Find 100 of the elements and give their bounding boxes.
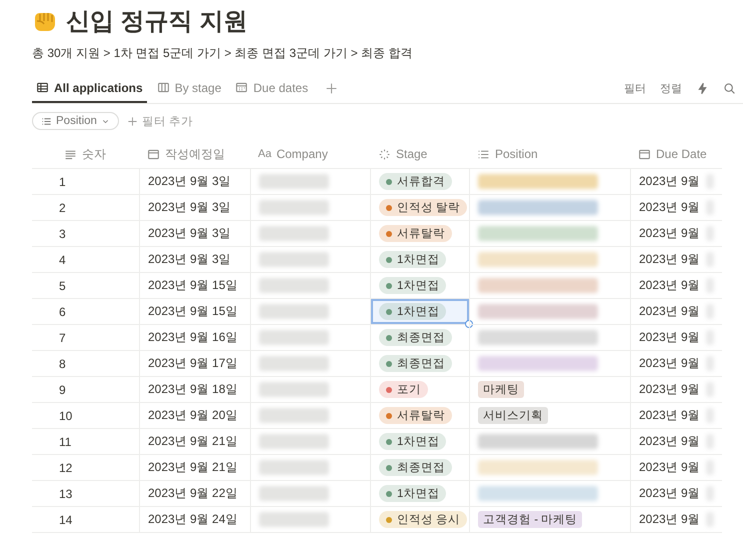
blurred-company	[259, 382, 329, 397]
calendar-icon	[147, 148, 160, 160]
list-icon	[41, 116, 52, 126]
table-cell: 2023년 9월 3일	[139, 247, 250, 273]
table-cell: 11	[32, 429, 139, 455]
due-date-text: 2023년 9월	[639, 199, 700, 216]
stage-tag: 최종면접	[379, 355, 452, 372]
table-cell: 2023년 9월 22일	[139, 481, 250, 507]
table-cell: 2023년 9월 15일	[139, 273, 250, 299]
due-date-text: 2023년 9월	[639, 225, 700, 242]
calendar-icon	[638, 148, 651, 160]
page-description: 총 30개 지원 > 1차 면접 5군데 가기 > 최종 면접 3군데 가기 > 최종 합격	[32, 45, 414, 62]
blurred-company	[259, 434, 329, 449]
position-tag: 마케팅	[478, 381, 524, 398]
table-cell: 2	[32, 195, 139, 221]
column-header[interactable]: 숫자	[32, 140, 139, 169]
add-filter-button[interactable]: 필터 추가	[126, 114, 194, 128]
due-date-text: 2023년 9월	[639, 433, 700, 450]
stage-tag: 1차면접	[379, 485, 446, 502]
table-cell: 2023년 9월 16일	[139, 325, 250, 351]
stage-tag: 1차면접	[379, 251, 446, 268]
blurred-company	[259, 486, 329, 501]
stage-tag: 최종면접	[379, 459, 452, 476]
stage-tag: 서류탈락	[379, 225, 452, 242]
table-icon	[36, 81, 49, 94]
blurred-company	[259, 460, 329, 475]
page-title: 신입 정규직 지원	[66, 7, 248, 37]
aa-icon: Aa	[258, 148, 272, 160]
blurred-company	[259, 408, 329, 423]
blurred-company	[259, 330, 329, 345]
lightning-icon	[696, 82, 709, 95]
blurred-company	[259, 278, 329, 293]
view-tab[interactable]: All applications	[32, 74, 147, 103]
plus-icon	[325, 82, 338, 95]
table-cell: 2023년 9월 21일	[139, 429, 250, 455]
due-date-text: 2023년 9월	[639, 303, 700, 320]
due-date-text: 2023년 9월	[639, 329, 700, 346]
filter-button[interactable]: 필터	[617, 74, 653, 103]
due-date-text: 2023년 9월	[639, 511, 700, 528]
stage-tag: 포기	[379, 381, 428, 398]
due-date-text: 2023년 9월	[639, 173, 700, 190]
stage-tag: 1차면접	[379, 303, 446, 320]
spinner-icon	[378, 148, 391, 160]
due-date-text: 2023년 9월	[639, 355, 700, 372]
table-cell: 4	[32, 247, 139, 273]
table-cell: 10	[32, 403, 139, 429]
calendar-icon	[235, 81, 248, 94]
table-cell: 12	[32, 455, 139, 481]
plus-icon	[126, 116, 138, 126]
table-cell: 2023년 9월 18일	[139, 377, 250, 403]
view-tab[interactable]: Due dates	[231, 74, 312, 103]
position-tag: 고객경험 - 마케팅	[478, 511, 582, 528]
blurred-company	[259, 200, 329, 215]
list-icon	[477, 148, 490, 160]
table-cell: 14	[32, 507, 139, 533]
stage-tag: 1차면접	[379, 433, 446, 450]
table-cell: 2023년 9월 20일	[139, 403, 250, 429]
table-cell: 8	[32, 351, 139, 377]
table-cell: 2023년 9월 15일	[139, 299, 250, 325]
table-cell: 2023년 9월 3일	[139, 221, 250, 247]
table-cell: 5	[32, 273, 139, 299]
table-cell: 2023년 9월 17일	[139, 351, 250, 377]
column-header[interactable]: Due Date	[630, 140, 722, 169]
sort-button[interactable]: 정렬	[653, 74, 689, 103]
search-icon	[723, 82, 736, 95]
blurred-company	[259, 512, 329, 527]
column-header[interactable]: Stage	[370, 140, 469, 169]
stage-tag: 인적성 응시	[379, 511, 468, 528]
table-cell: 2023년 9월 3일	[139, 195, 250, 221]
column-header[interactable]: Aa Company	[250, 140, 370, 169]
table-cell: 3	[32, 221, 139, 247]
position-filter-chip[interactable]: Position	[32, 112, 119, 130]
blurred-company	[259, 174, 329, 189]
due-date-text: 2023년 9월	[639, 407, 700, 424]
board-icon	[156, 81, 170, 94]
stage-tag: 최종면접	[379, 329, 452, 346]
due-date-text: 2023년 9월	[639, 381, 700, 398]
text-lines-icon	[64, 148, 77, 160]
stage-tag: 1차면접	[379, 277, 446, 294]
table-cell: 13	[32, 481, 139, 507]
stage-tag: 서류탈락	[379, 407, 452, 424]
blurred-company	[259, 226, 329, 241]
view-tab[interactable]: By stage	[152, 74, 226, 103]
stage-tag: 인적성 탈락	[379, 199, 468, 216]
blurred-company	[259, 356, 329, 371]
table-cell: 7	[32, 325, 139, 351]
table-cell: 2023년 9월 24일	[139, 507, 250, 533]
due-date-text: 2023년 9월	[639, 277, 700, 294]
column-header[interactable]: Position	[469, 140, 630, 169]
stage-tag: 서류합격	[379, 173, 452, 190]
blurred-company	[259, 252, 329, 267]
column-header[interactable]: 작성예정일	[139, 140, 250, 169]
due-date-text: 2023년 9월	[639, 251, 700, 268]
blurred-company	[259, 304, 329, 319]
due-date-text: 2023년 9월	[639, 485, 700, 502]
table-cell: 6	[32, 299, 139, 325]
table-cell: 2023년 9월 3일	[139, 169, 250, 195]
table-cell: 1	[32, 169, 139, 195]
due-date-text: 2023년 9월	[639, 459, 700, 476]
table-cell: 9	[32, 377, 139, 403]
